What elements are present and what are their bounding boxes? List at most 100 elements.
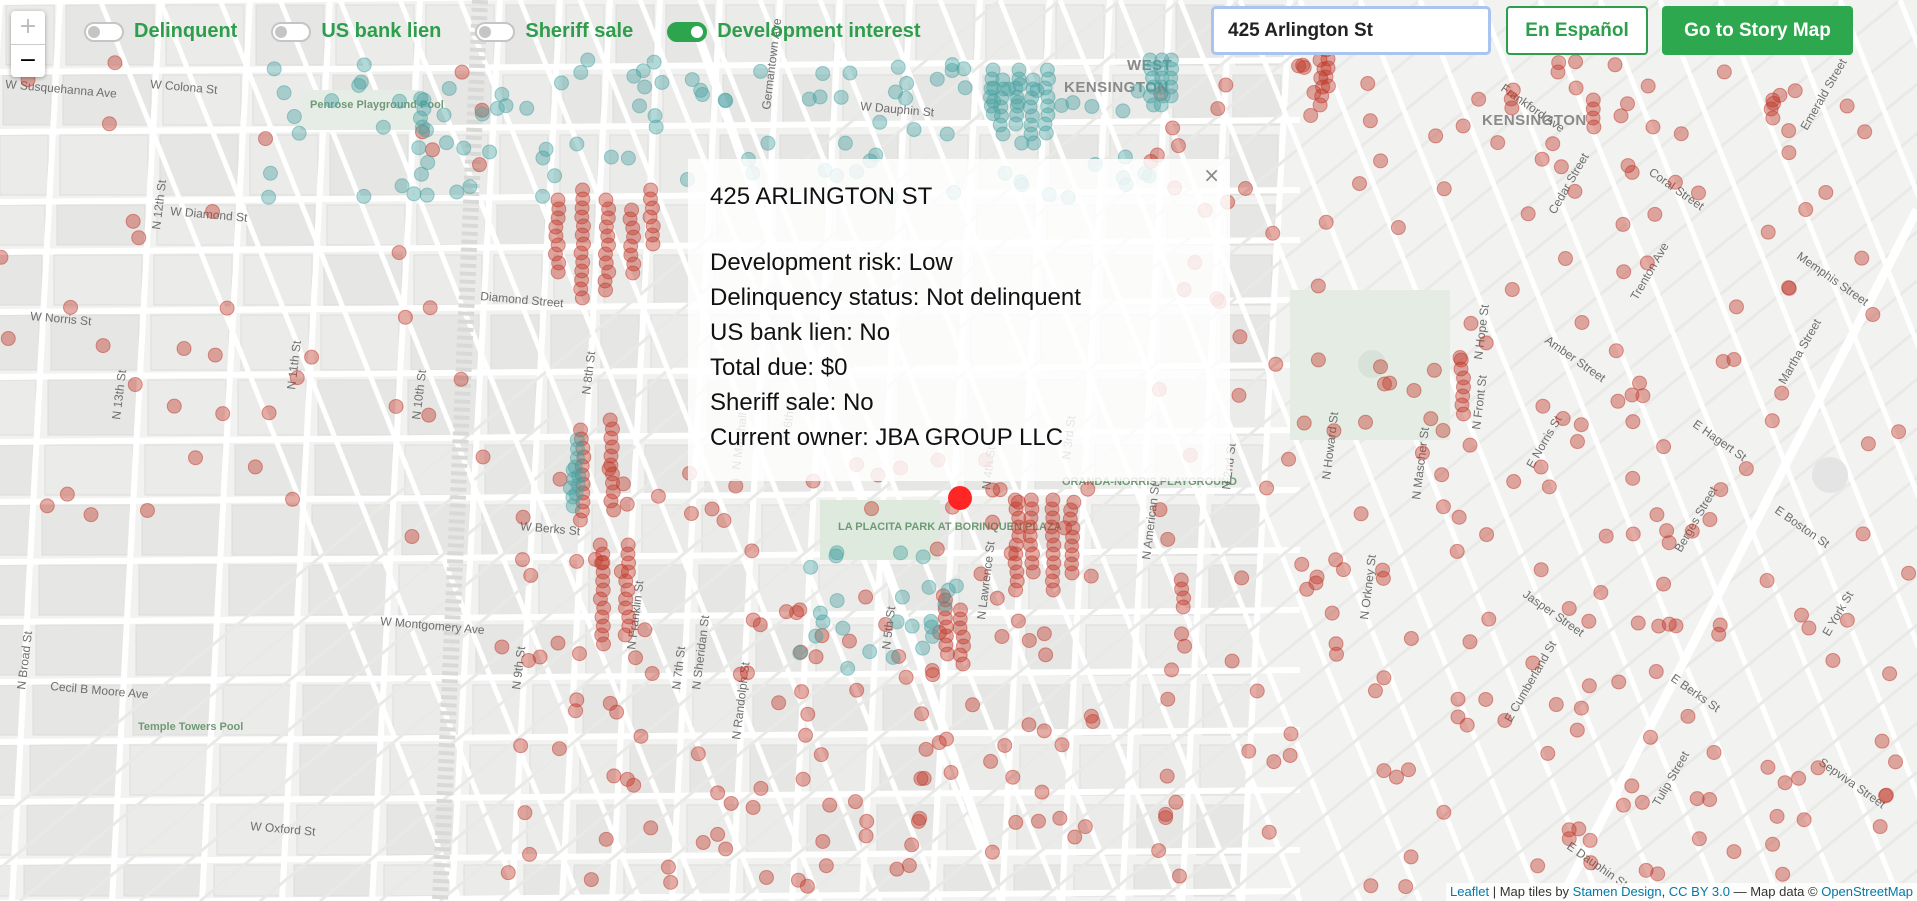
- leaflet-link[interactable]: Leaflet: [1450, 884, 1489, 899]
- delinquent-property-dot: [1775, 866, 1791, 882]
- delinquent-property-dot: [1765, 836, 1781, 852]
- delinquent-property-dot: [752, 617, 768, 633]
- delinquent-property-dot: [1008, 582, 1024, 598]
- delinquent-property-dot: [1426, 362, 1442, 378]
- delinquent-property-dot: [613, 563, 629, 579]
- delinquent-property-dot: [1281, 451, 1297, 467]
- city-block: [0, 684, 22, 736]
- stamen-link[interactable]: Stamen Design: [1573, 884, 1662, 899]
- delinquent-property-dot: [1504, 282, 1520, 298]
- development-property-dot: [862, 644, 878, 660]
- toggle-sheriff-sale[interactable]: Sheriff sale: [475, 20, 633, 43]
- delinquent-property-dot: [644, 666, 660, 682]
- delinquent-property-dot: [663, 874, 679, 890]
- development-property-dot: [411, 140, 427, 156]
- development-property-dot: [519, 100, 535, 116]
- delinquent-property-dot: [0, 331, 16, 347]
- close-icon[interactable]: ×: [1203, 163, 1220, 187]
- us-bank-lien-switch[interactable]: [271, 21, 312, 42]
- delinquent-property-dot: [1690, 185, 1706, 201]
- delinquent-property-dot: [771, 695, 787, 711]
- delinquent-property-dot: [1541, 479, 1557, 495]
- delinquent-property-dot: [1582, 832, 1598, 848]
- delinquent-property-dot: [258, 131, 274, 147]
- delinquent-property-dot: [1774, 385, 1790, 401]
- delinquent-property-dot: [1798, 202, 1814, 218]
- story-map-button[interactable]: Go to Story Map: [1662, 6, 1853, 55]
- delinquent-property-dot: [1008, 814, 1024, 830]
- delinquent-property-dot: [1839, 612, 1855, 628]
- development-property-dot: [872, 114, 888, 130]
- popup-current-owner: Current owner: JBA GROUP LLC: [710, 424, 1064, 451]
- delinquent-property-dot: [421, 407, 437, 423]
- delinquent-property-dot: [1490, 135, 1506, 151]
- delinquent-property-dot: [1764, 413, 1780, 429]
- delinquent-property-dot: [818, 858, 834, 874]
- delinquent-property-dot: [1726, 844, 1742, 860]
- delinquent-property-dot: [1067, 829, 1083, 845]
- delinquent-switch[interactable]: [84, 21, 124, 42]
- selected-property-marker: [948, 486, 972, 510]
- delinquent-property-dot: [918, 741, 934, 757]
- delinquent-property-dot: [1436, 804, 1452, 820]
- development-property-dot: [406, 186, 422, 202]
- delinquent-property-dot: [1561, 600, 1577, 616]
- delinquent-property-dot: [598, 831, 614, 847]
- delinquent-property-dot: [550, 635, 566, 651]
- delinquent-property-dot: [1434, 467, 1450, 483]
- delinquent-property-dot: [606, 768, 622, 784]
- delinquent-property-dot: [101, 116, 117, 132]
- delinquent-property-dot: [1080, 481, 1096, 497]
- license-link[interactable]: CC BY 3.0: [1669, 884, 1730, 899]
- delinquent-property-dot: [285, 491, 301, 507]
- toggle-delinquent[interactable]: Delinquent: [84, 20, 237, 43]
- delinquent-property-dot: [1625, 526, 1641, 542]
- delinquent-property-dot: [795, 771, 811, 787]
- development-property-dot: [1010, 94, 1026, 110]
- toggle-us-bank-lien[interactable]: US bank lien: [271, 20, 441, 43]
- delinquent-property-dot: [1689, 791, 1705, 807]
- development-interest-switch[interactable]: [667, 21, 708, 42]
- delinquent-property-dot: [572, 512, 588, 528]
- zoom-out-button[interactable]: −: [11, 44, 45, 77]
- osm-link[interactable]: OpenStreetMap: [1821, 884, 1913, 899]
- delinquent-property-dot: [1455, 118, 1471, 134]
- delinquent-property-dot: [1210, 101, 1226, 117]
- city-block: [0, 444, 34, 496]
- delinquent-property-dot: [1611, 674, 1627, 690]
- zoom-in-button[interactable]: +: [11, 11, 45, 44]
- delinquent-property-dot: [1170, 138, 1186, 154]
- delinquent-property-dot: [1478, 691, 1494, 707]
- development-property-dot: [482, 144, 498, 160]
- address-search-input[interactable]: [1211, 6, 1491, 55]
- delinquent-property-dot: [790, 872, 806, 888]
- delinquent-property-dot: [985, 482, 1001, 498]
- delinquent-property-dot: [1449, 543, 1465, 559]
- delinquent-property-dot: [1283, 726, 1299, 742]
- delinquent-property-dot: [1874, 733, 1890, 749]
- city-block: [29, 744, 119, 796]
- toggle-development-interest[interactable]: Development interest: [667, 20, 921, 43]
- delinquent-property-dot: [1569, 434, 1585, 450]
- delinquent-property-dot: [1573, 700, 1589, 716]
- delinquent-property-dot: [1328, 552, 1344, 568]
- delinquent-property-dot: [1376, 376, 1392, 392]
- delinquent-property-dot: [1640, 78, 1656, 94]
- delinquent-property-dot: [1656, 576, 1672, 592]
- development-property-dot: [286, 109, 302, 125]
- delinquent-property-dot: [1680, 708, 1696, 724]
- sheriff-sale-switch[interactable]: [475, 21, 516, 42]
- delinquent-property-dot: [574, 290, 590, 306]
- delinquent-property-dot: [1021, 717, 1037, 733]
- delinquent-property-dot: [1455, 406, 1471, 422]
- delinquent-property-dot: [1266, 754, 1282, 770]
- development-property-dot: [646, 54, 662, 70]
- delinquent-property-dot: [176, 341, 192, 357]
- spanish-button[interactable]: En Español: [1506, 6, 1648, 55]
- delinquent-property-dot: [1373, 153, 1389, 169]
- delinquent-property-dot: [643, 820, 659, 836]
- delinquent-property-dot: [471, 157, 487, 173]
- delinquent-property-dot: [1083, 568, 1099, 584]
- delinquent-property-dot: [1598, 528, 1614, 544]
- delinquent-property-dot: [1232, 329, 1248, 345]
